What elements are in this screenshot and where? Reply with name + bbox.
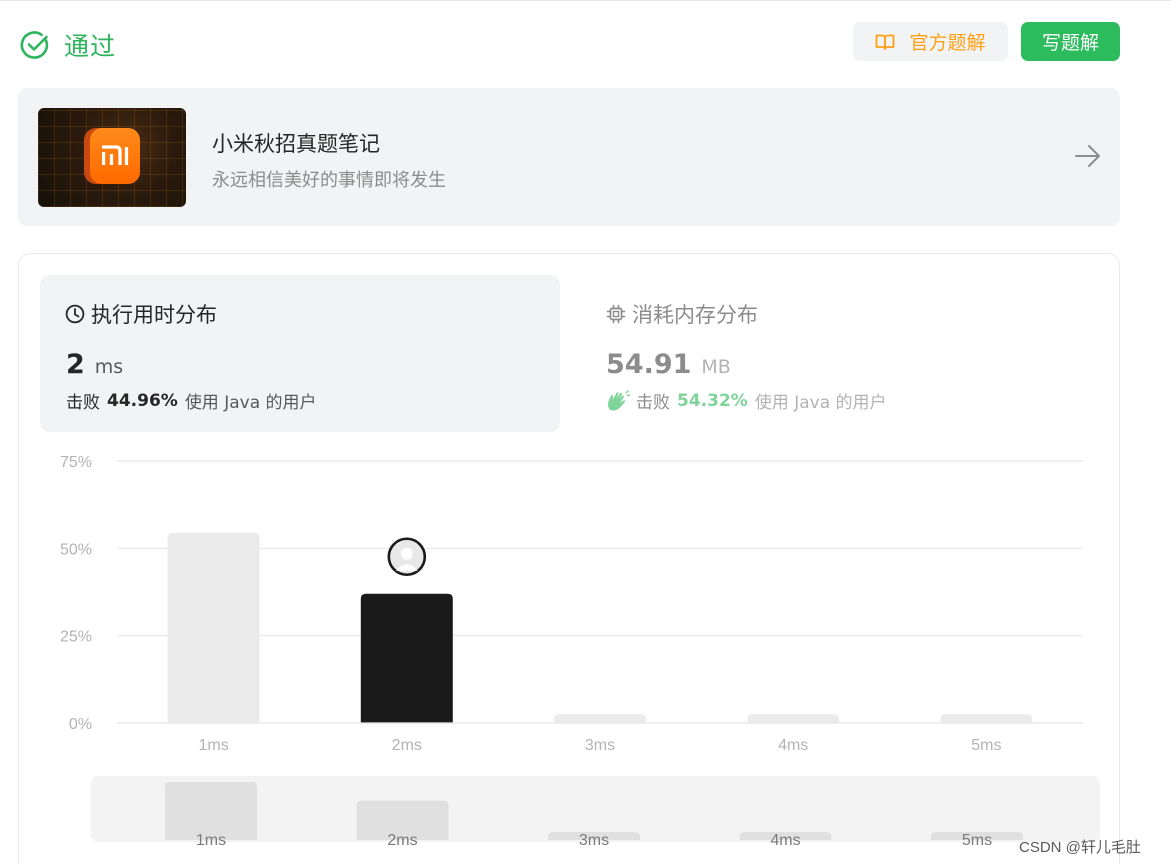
- study-plan-thumbnail: [38, 108, 186, 207]
- y-tick-label: 25%: [60, 629, 92, 646]
- overview-tick-label: 4ms: [770, 832, 800, 849]
- x-tick-label: 1ms: [198, 737, 228, 754]
- runtime-distribution-chart: 0% 25% 50% 75% 1ms 2ms 3ms 4ms 5ms 1ms 2ms 3ms 4ms 5m…: [60, 454, 1100, 849]
- overview-tick-label: 3ms: [579, 832, 609, 849]
- bar-2ms: [360, 593, 453, 723]
- study-plan-subtitle: 永远相信美好的事情即将发生: [212, 170, 446, 191]
- overview-tick-label: 1ms: [196, 832, 226, 849]
- overview-tick-label: 5ms: [962, 832, 992, 849]
- bar-5ms: [940, 714, 1033, 723]
- submission-status: 通过: [20, 27, 116, 63]
- write-solution-label: 写题解: [1041, 32, 1099, 54]
- arrow-right-icon: [1075, 145, 1100, 167]
- y-tick-label: 50%: [60, 541, 92, 558]
- study-plan-card[interactable]: 小米秋招真题笔记 永远相信美好的事情即将发生: [18, 88, 1120, 226]
- performance-panel: 执行用时分布 2 ms 击败 44.96% 使用 Java 的用户 消耗内存分布: [18, 253, 1120, 864]
- overview-tick-label: 2ms: [387, 832, 417, 849]
- watermark: CSDN @轩儿毛肚: [1019, 839, 1141, 856]
- bar-1ms: [167, 532, 260, 723]
- bar-3ms: [554, 714, 646, 723]
- official-solution-button[interactable]: 官方题解: [853, 22, 1008, 61]
- book-icon: [876, 34, 895, 50]
- study-plan-title: 小米秋招真题笔记: [212, 132, 380, 156]
- x-tick-label: 3ms: [585, 737, 615, 754]
- submission-result-page: 通过 官方题解 写题解 小米秋招真题笔记 永远相信美好的事情即将发生 执行用时分…: [0, 0, 1171, 864]
- y-tick-label: 0%: [69, 716, 92, 733]
- check-circle-icon: [20, 31, 49, 59]
- x-tick-label: 4ms: [778, 737, 808, 754]
- official-solution-label: 官方题解: [909, 32, 986, 54]
- x-tick-label: 5ms: [971, 737, 1001, 754]
- write-solution-button[interactable]: 写题解: [1021, 22, 1120, 61]
- user-avatar-marker: [387, 537, 427, 577]
- xiaomi-logo: [90, 128, 140, 184]
- x-tick-label: 2ms: [392, 737, 422, 754]
- xiaomi-logo-mark: [102, 145, 129, 165]
- y-tick-label: 75%: [60, 454, 92, 471]
- status-label: 通过: [64, 32, 117, 61]
- bar-4ms: [747, 714, 840, 723]
